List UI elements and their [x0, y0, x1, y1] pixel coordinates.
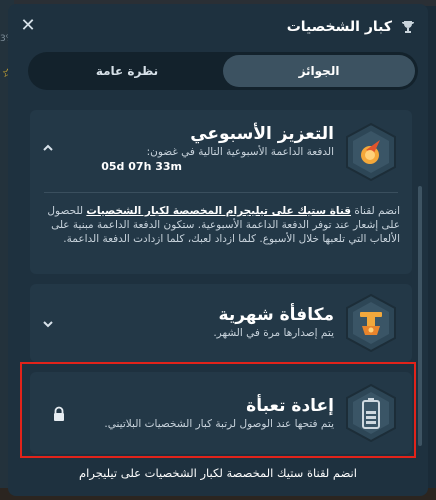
rewards-list[interactable]: التعزيز الأسبوعي الدفعة الداعمة الأسبوعي…	[20, 104, 418, 464]
modal-header: ✕ كبار الشخصيات	[8, 4, 428, 50]
monthly-bonus-title: مكافأة شهرية	[218, 305, 334, 325]
lock-icon	[54, 406, 64, 421]
telegram-footer-link[interactable]: انضم لقناة ستيك المخصصة لكبار الشخصيات ع…	[8, 466, 428, 480]
weekly-boost-timer: 05d 07h 33m	[101, 160, 182, 173]
modal-title-group: كبار الشخصيات	[287, 14, 416, 40]
reload-title: إعادة تعبأة	[246, 396, 334, 416]
scrollbar[interactable]	[418, 186, 422, 446]
telegram-channel-link[interactable]: قناة ستيك على تيليجرام المخصصة لكبار الش…	[86, 205, 351, 217]
modal-title: كبار الشخصيات	[286, 19, 392, 35]
monthly-bonus-subtitle: يتم إصدارها مرة في الشهر.	[213, 327, 334, 339]
weekly-boost-body-prefix: انضم لقناة	[351, 205, 400, 217]
reload-subtitle: يتم فتحها عند الوصول لرتبة كبار الشخصيات…	[104, 418, 334, 430]
monthly-bonus-card[interactable]: مكافأة شهرية يتم إصدارها مرة في الشهر.	[30, 284, 412, 362]
chevron-down-icon[interactable]	[42, 318, 54, 330]
tab-overview[interactable]: نظرة عامة	[31, 55, 223, 87]
reload-card: إعادة تعبأة يتم فتحها عند الوصول لرتبة ك…	[30, 372, 412, 454]
trophy-icon	[402, 21, 414, 33]
tab-bar: نظرة عامة الجوائز	[28, 52, 418, 90]
weekly-boost-card: التعزيز الأسبوعي الدفعة الداعمة الأسبوعي…	[30, 110, 412, 274]
chevron-up-icon[interactable]	[42, 142, 54, 154]
close-icon[interactable]: ✕	[18, 16, 38, 36]
weekly-boost-title: التعزيز الأسبوعي	[190, 124, 334, 144]
weekly-boost-subtitle: الدفعة الداعمة الأسبوعية التالية في غضون…	[146, 146, 334, 158]
weekly-boost-badge-icon	[346, 122, 396, 182]
vip-modal: ✕ كبار الشخصيات نظرة عامة الجوائز التعزي…	[8, 4, 428, 496]
monthly-bonus-badge-icon	[346, 293, 396, 353]
card-divider	[44, 192, 398, 193]
weekly-boost-description: انضم لقناة قناة ستيك على تيليجرام المخصص…	[42, 204, 400, 246]
battery-reload-icon	[346, 383, 396, 443]
tab-rewards[interactable]: الجوائز	[223, 55, 415, 87]
